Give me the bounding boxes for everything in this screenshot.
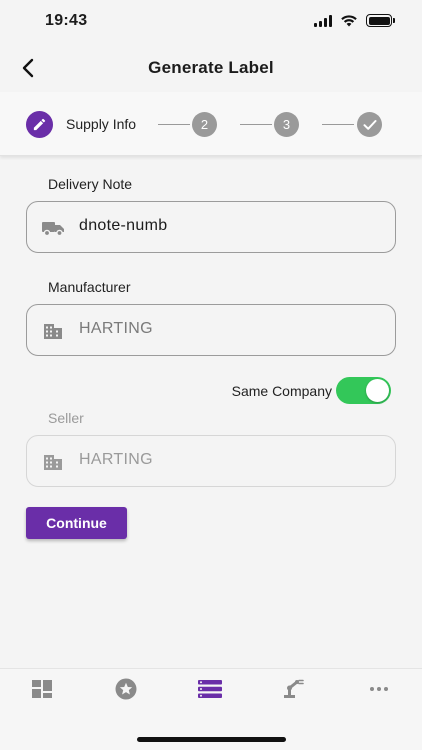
building-icon	[41, 450, 65, 474]
tab-more[interactable]	[359, 677, 399, 701]
step-final-indicator	[357, 112, 382, 137]
same-company-label: Same Company	[231, 383, 332, 399]
truck-icon	[41, 216, 65, 240]
step-active-label: Supply Info	[66, 116, 137, 132]
wifi-icon	[341, 15, 357, 27]
pencil-icon	[33, 118, 46, 131]
delivery-note-value: dnote-numb	[79, 217, 168, 234]
seller-field: HARTING	[26, 435, 396, 487]
home-indicator	[137, 737, 286, 742]
delivery-note-label: Delivery Note	[48, 176, 133, 192]
toggle-knob	[366, 379, 389, 402]
check-icon	[363, 119, 376, 130]
tab-dashboard[interactable]	[22, 677, 62, 701]
manufacturer-field[interactable]: HARTING	[26, 304, 396, 356]
tab-favorites[interactable]	[106, 677, 146, 701]
step-3-indicator: 3	[274, 112, 299, 137]
star-icon	[115, 678, 137, 700]
manufacturer-value: HARTING	[79, 320, 153, 337]
step-connector	[158, 124, 190, 125]
status-bar: 19:43	[0, 0, 422, 44]
tab-production[interactable]	[274, 677, 314, 701]
status-time: 19:43	[45, 12, 88, 29]
step-2-indicator: 2	[192, 112, 217, 137]
step-connector	[322, 124, 354, 125]
status-icons	[314, 14, 395, 27]
app-header: Generate Label	[0, 44, 422, 92]
dashboard-icon	[32, 680, 52, 698]
tab-bar	[0, 668, 422, 750]
battery-icon	[366, 14, 395, 27]
building-icon	[41, 319, 65, 343]
same-company-row: Same Company	[0, 377, 422, 405]
manufacturer-label: Manufacturer	[48, 279, 131, 295]
same-company-toggle[interactable]	[336, 377, 391, 404]
step-connector	[240, 124, 272, 125]
more-icon	[370, 687, 388, 691]
robot-arm-icon	[284, 679, 304, 698]
stepper: Supply Info 2 3	[0, 92, 422, 156]
seller-value: HARTING	[79, 451, 153, 468]
seller-label: Seller	[48, 410, 84, 426]
tab-labels[interactable]	[190, 677, 230, 701]
signal-icon	[314, 14, 332, 27]
page-title: Generate Label	[148, 58, 274, 77]
step-active-indicator	[26, 111, 53, 138]
delivery-note-field[interactable]: dnote-numb	[26, 201, 396, 253]
continue-button[interactable]: Continue	[26, 507, 127, 539]
list-icon	[198, 680, 222, 698]
